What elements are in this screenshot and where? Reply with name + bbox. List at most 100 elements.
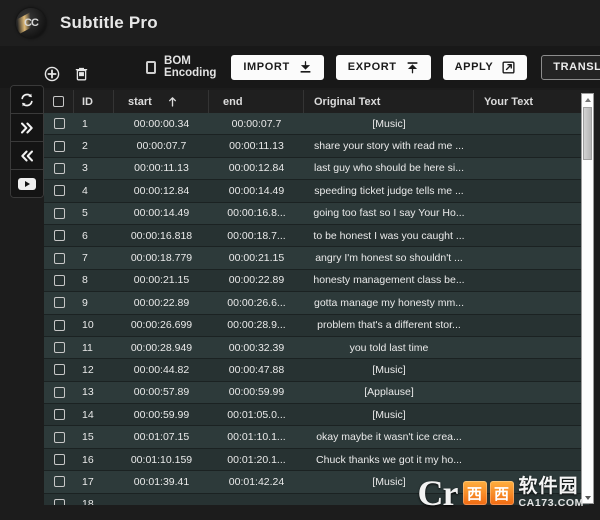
- row-checkbox[interactable]: [53, 498, 65, 505]
- cell-id[interactable]: 16: [74, 448, 114, 470]
- table-row[interactable]: 14 00:00:59.99 00:01:05.0... [Music]: [44, 404, 589, 427]
- row-checkbox[interactable]: [53, 454, 65, 466]
- cell-your-text[interactable]: [474, 292, 589, 314]
- table-row[interactable]: 5 00:00:14.49 00:00:16.8... going too fast …: [44, 202, 589, 225]
- row-checkbox[interactable]: [53, 431, 65, 443]
- cell-end[interactable]: 00:00:26.6...: [209, 292, 304, 314]
- export-button[interactable]: EXPORT: [335, 54, 431, 80]
- cell-original-text[interactable]: [Music]: [304, 113, 474, 135]
- table-row[interactable]: 6 00:00:16.818 00:00:18.7... to be honest I…: [44, 224, 589, 248]
- row-select-checkbox-cell[interactable]: [44, 426, 74, 448]
- row-checkbox[interactable]: [53, 409, 65, 421]
- column-header-end[interactable]: end: [209, 90, 304, 113]
- import-button[interactable]: IMPORT: [231, 54, 324, 80]
- cell-start[interactable]: 00:01:07.15: [114, 426, 209, 448]
- row-checkbox[interactable]: [53, 319, 65, 331]
- row-select-checkbox-cell[interactable]: [44, 157, 74, 179]
- checkbox-box[interactable]: [146, 60, 157, 74]
- table-row[interactable]: 3 00:00:11.13 00:00:12.84 last guy who shou…: [44, 157, 589, 181]
- cell-start[interactable]: 00:00:18.779: [114, 247, 209, 269]
- row-checkbox[interactable]: [53, 476, 65, 488]
- cell-end[interactable]: 00:01:20.1...: [209, 448, 304, 470]
- translator-button[interactable]: TRANSLATOR: [541, 54, 600, 80]
- cell-end[interactable]: 00:00:18.7...: [209, 224, 304, 246]
- cell-id[interactable]: 8: [74, 269, 114, 291]
- cell-your-text[interactable]: [474, 381, 589, 403]
- cell-original-text[interactable]: [Music]: [304, 471, 474, 493]
- row-checkbox[interactable]: [53, 297, 65, 309]
- table-row[interactable]: 1 00:00:00.34 00:00:07.7 [Music]: [44, 113, 589, 136]
- cell-original-text[interactable]: okay maybe it wasn't ice crea...: [304, 426, 474, 448]
- cell-original-text[interactable]: [304, 493, 474, 505]
- cell-start[interactable]: 00:00:22.89: [114, 292, 209, 314]
- cell-start[interactable]: 00:00:07.7: [114, 135, 209, 157]
- row-checkbox[interactable]: [53, 185, 65, 197]
- row-select-checkbox-cell[interactable]: [44, 493, 74, 505]
- row-checkbox[interactable]: [53, 230, 65, 242]
- cell-id[interactable]: 14: [74, 404, 114, 426]
- cell-id[interactable]: 13: [74, 381, 114, 403]
- cell-start[interactable]: 00:01:39.41: [114, 471, 209, 493]
- row-select-checkbox-cell[interactable]: [44, 314, 74, 336]
- cell-original-text[interactable]: share your story with read me ...: [304, 135, 474, 157]
- column-header-your-text[interactable]: Your Text: [474, 90, 589, 113]
- cell-your-text[interactable]: [474, 336, 589, 358]
- cell-your-text[interactable]: [474, 224, 589, 246]
- cell-start[interactable]: 00:01:10.159: [114, 448, 209, 470]
- cell-original-text[interactable]: angry I'm honest so shouldn't ...: [304, 247, 474, 269]
- cell-original-text[interactable]: honesty management class be...: [304, 269, 474, 291]
- cell-end[interactable]: 00:00:12.84: [209, 157, 304, 179]
- cell-start[interactable]: 00:00:14.49: [114, 202, 209, 224]
- row-select-checkbox-cell[interactable]: [44, 404, 74, 426]
- cell-start[interactable]: 00:00:00.34: [114, 113, 209, 135]
- table-row[interactable]: 16 00:01:10.159 00:01:20.1... Chuck thanks …: [44, 448, 589, 472]
- row-checkbox[interactable]: [53, 207, 65, 219]
- cell-end[interactable]: 00:00:32.39: [209, 336, 304, 358]
- row-select-checkbox-cell[interactable]: [44, 471, 74, 493]
- cell-id[interactable]: 1: [74, 113, 114, 135]
- cell-end[interactable]: 00:00:16.8...: [209, 202, 304, 224]
- cell-end[interactable]: 00:00:21.15: [209, 247, 304, 269]
- vertical-scrollbar[interactable]: [581, 93, 594, 504]
- cell-start[interactable]: 00:00:16.818: [114, 224, 209, 246]
- cell-your-text[interactable]: [474, 247, 589, 269]
- row-select-checkbox-cell[interactable]: [44, 135, 74, 157]
- cell-id[interactable]: 2: [74, 135, 114, 157]
- cell-start[interactable]: 00:00:12.84: [114, 180, 209, 202]
- sync-button[interactable]: [11, 86, 43, 114]
- table-row[interactable]: 11 00:00:28.949 00:00:32.39 you told last t…: [44, 336, 589, 360]
- cell-start[interactable]: 00:00:21.15: [114, 269, 209, 291]
- cell-start[interactable]: 00:00:28.949: [114, 336, 209, 358]
- cell-id[interactable]: 3: [74, 157, 114, 179]
- cell-your-text[interactable]: [474, 471, 589, 493]
- row-checkbox[interactable]: [53, 274, 65, 286]
- row-select-checkbox-cell[interactable]: [44, 359, 74, 381]
- cell-id[interactable]: 9: [74, 292, 114, 314]
- collapse-left-button[interactable]: [11, 142, 43, 170]
- bom-encoding-checkbox[interactable]: BOM Encoding: [146, 55, 219, 79]
- row-select-checkbox-cell[interactable]: [44, 448, 74, 470]
- table-row[interactable]: 13 00:00:57.89 00:00:59.99 [Applause]: [44, 381, 589, 405]
- select-all-header[interactable]: [44, 90, 74, 113]
- collapse-right-button[interactable]: [11, 114, 43, 142]
- select-all-checkbox[interactable]: [53, 96, 64, 107]
- scrollbar-thumb[interactable]: [583, 107, 592, 160]
- cell-end[interactable]: 00:01:10.1...: [209, 426, 304, 448]
- table-row[interactable]: 12 00:00:44.82 00:00:47.88 [Music]: [44, 359, 589, 382]
- table-row[interactable]: 8 00:00:21.15 00:00:22.89 honesty managemen…: [44, 269, 589, 293]
- row-checkbox[interactable]: [53, 342, 65, 354]
- row-select-checkbox-cell[interactable]: [44, 269, 74, 291]
- row-select-checkbox-cell[interactable]: [44, 202, 74, 224]
- cell-original-text[interactable]: [Music]: [304, 404, 474, 426]
- cell-end[interactable]: 00:00:47.88: [209, 359, 304, 381]
- row-checkbox[interactable]: [53, 364, 65, 376]
- cell-id[interactable]: 10: [74, 314, 114, 336]
- cell-start[interactable]: [114, 493, 209, 505]
- cell-end[interactable]: 00:01:42.24: [209, 471, 304, 493]
- row-select-checkbox-cell[interactable]: [44, 113, 74, 135]
- cell-your-text[interactable]: [474, 113, 589, 135]
- column-header-original-text[interactable]: Original Text: [304, 90, 474, 113]
- table-row[interactable]: 15 00:01:07.15 00:01:10.1... okay maybe it …: [44, 426, 589, 449]
- row-select-checkbox-cell[interactable]: [44, 381, 74, 403]
- cell-end[interactable]: 00:00:59.99: [209, 381, 304, 403]
